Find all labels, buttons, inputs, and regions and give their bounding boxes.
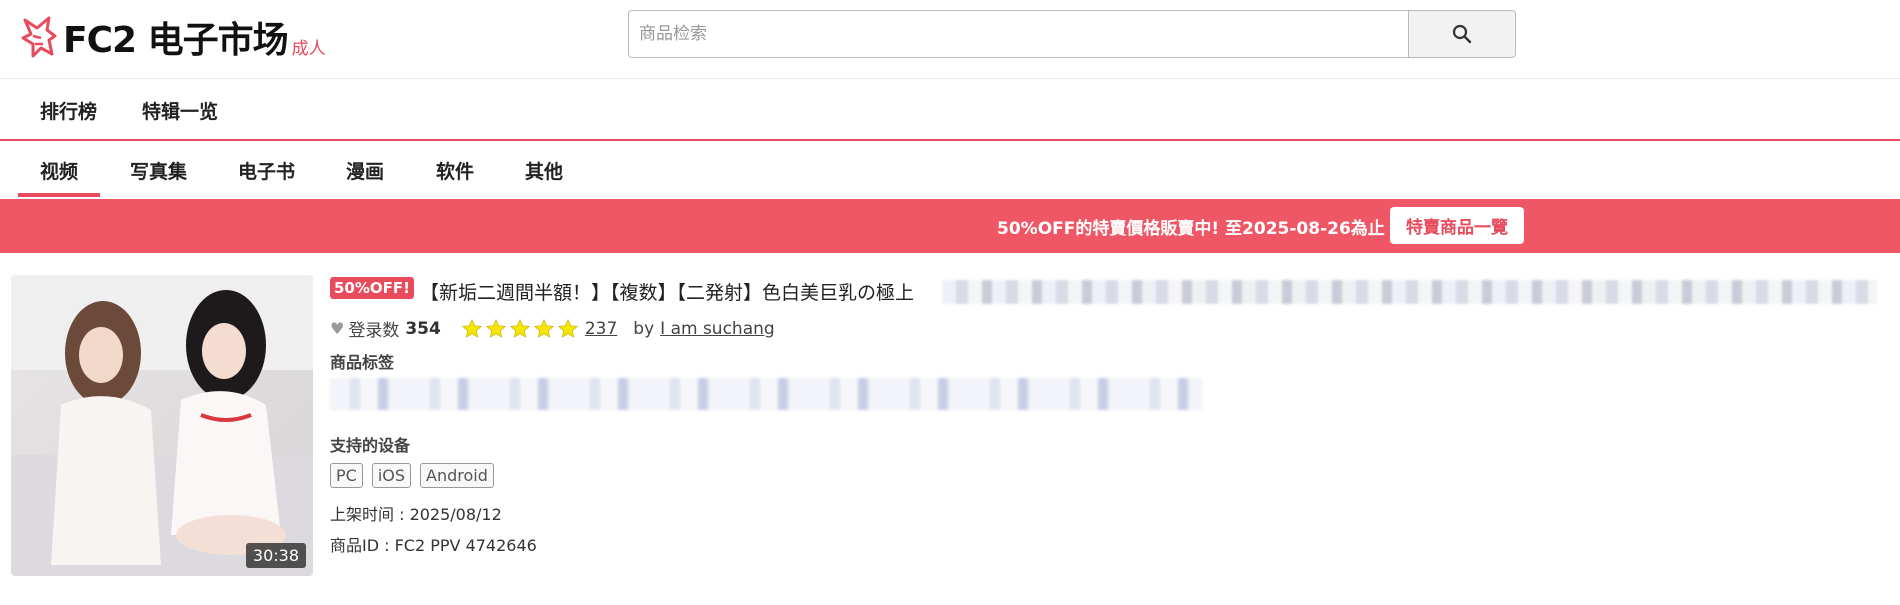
- site-header: FC2 电子市场 成人: [0, 0, 1900, 79]
- device-pc: PC: [330, 463, 363, 488]
- product-title[interactable]: 【新垢二週間半額！】【複数】【二発射】色白美巨乳の極上: [420, 278, 914, 305]
- tab-video[interactable]: 视频: [40, 157, 78, 184]
- nav-ranking[interactable]: 排行榜: [40, 97, 97, 124]
- star-icon: [461, 318, 482, 338]
- search-input[interactable]: [628, 10, 1408, 58]
- product-id: 商品ID : FC2 PPV 4742646: [330, 536, 537, 555]
- star-icon: [485, 318, 506, 338]
- tab-software[interactable]: 软件: [436, 157, 474, 184]
- device-ios: iOS: [371, 463, 412, 488]
- favorites-label: 登录数: [348, 321, 400, 341]
- nav-features[interactable]: 特辑一览: [142, 97, 218, 124]
- heart-icon[interactable]: ♥: [330, 319, 344, 338]
- active-tab-indicator: [18, 193, 100, 197]
- search-button[interactable]: [1408, 10, 1516, 58]
- category-nav: 视频 写真集 电子书 漫画 软件 其他: [0, 141, 1900, 199]
- device-android: Android: [420, 463, 494, 488]
- adult-label: 成人: [291, 38, 326, 59]
- star-icon: [557, 318, 578, 338]
- by-label: by: [633, 318, 655, 339]
- star-icon: [533, 318, 554, 338]
- tags-label: 商品标签: [330, 353, 395, 372]
- redacted-title-blur: [942, 280, 1877, 304]
- review-count-link[interactable]: 237: [585, 319, 617, 339]
- product-thumbnail[interactable]: 30:38: [11, 275, 313, 576]
- tab-ebook[interactable]: 电子书: [238, 157, 295, 184]
- tab-other[interactable]: 其他: [525, 157, 563, 184]
- tab-photobook[interactable]: 写真集: [130, 157, 187, 184]
- unicorn-logo-icon: [21, 16, 57, 58]
- tab-manga[interactable]: 漫画: [346, 157, 384, 184]
- rating-stars: [461, 318, 581, 340]
- release-date: 上架时间 : 2025/08/12: [330, 505, 502, 524]
- site-logo[interactable]: FC2 电子市场 成人: [19, 12, 326, 62]
- sale-banner: 50%OFF的特賣價格販賣中! 至2025-08-26為止 特賣商品一覽: [0, 199, 1900, 253]
- discount-badge: 50%OFF!: [330, 277, 414, 299]
- video-duration: 30:38: [245, 543, 306, 568]
- seller-link[interactable]: I am suchang: [660, 319, 775, 339]
- search-bar: [628, 10, 1516, 58]
- search-icon: [1452, 24, 1472, 44]
- product-meta: ♥ 登录数 354 237 by I am suchang: [330, 316, 775, 341]
- thumbnail-image: [11, 275, 313, 576]
- favorites-count: 354: [405, 318, 441, 339]
- seller-line: by I am suchang: [633, 319, 774, 339]
- primary-nav: 排行榜 特辑一览: [0, 79, 1900, 141]
- devices-label: 支持的设备: [330, 436, 411, 455]
- sale-message: 50%OFF的特賣價格販賣中! 至2025-08-26為止: [997, 219, 1385, 239]
- sale-items-button[interactable]: 特賣商品一覽: [1390, 207, 1524, 244]
- supported-devices: PC iOS Android: [330, 463, 503, 488]
- brand-name: FC2 电子市场: [63, 20, 289, 61]
- star-icon: [509, 318, 530, 338]
- redacted-tags-blur: [330, 378, 1202, 410]
